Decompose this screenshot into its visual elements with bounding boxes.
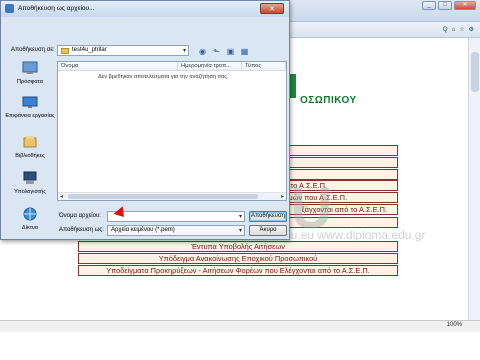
taskbar-area <box>0 332 480 360</box>
back-icon[interactable]: ◉ <box>197 46 208 57</box>
network-icon <box>23 207 37 221</box>
up-folder-icon[interactable]: ⬑ <box>211 46 222 57</box>
libraries-icon <box>23 136 37 148</box>
column-header-date[interactable]: Ημερομηνία τροπ... <box>178 62 242 71</box>
filetype-value: Αρχεία κειμένου (*.pem) <box>111 227 175 233</box>
place-label: Επιφάνεια εργασίας <box>5 113 55 119</box>
place-desktop[interactable]: Επιφάνεια εργασίας <box>5 95 55 119</box>
folder-icon <box>61 48 69 54</box>
search-icon[interactable]: Q <box>443 27 448 33</box>
filetype-label: Αποθήκευση ως: <box>59 227 104 233</box>
place-libraries[interactable]: Βιβλιοθήκες <box>5 135 55 159</box>
page-scrollbar[interactable] <box>468 38 480 320</box>
page-logo-band <box>290 74 296 98</box>
dialog-title-bar: Αποθήκευση ως αρχείου... ✕ <box>1 1 289 17</box>
cancel-button[interactable]: Άκυρο <box>249 225 287 236</box>
save-icon <box>5 4 14 13</box>
chevron-down-icon: ▾ <box>238 214 242 220</box>
column-header-name[interactable]: Όνομα <box>58 62 178 71</box>
save-as-dialog: Αποθήκευση ως αρχείου... ✕ Αποθήκευση σε… <box>0 0 290 240</box>
maximize-button[interactable]: □ <box>438 1 452 10</box>
new-folder-icon[interactable]: ▣ <box>225 46 236 57</box>
place-label: Δίκτυο <box>21 225 39 231</box>
empty-results-message: Δεν βρέθηκαν αποτελέσματα για την αναζήτ… <box>98 74 229 80</box>
star-icon[interactable]: ☆ <box>459 26 464 33</box>
column-header-type[interactable]: Τύπος <box>242 62 286 71</box>
place-label: Βιβλιοθήκες <box>15 153 45 159</box>
file-list-hscrollbar[interactable]: ◂ ▸ <box>58 192 286 200</box>
view-menu-icon[interactable]: ▦ <box>239 46 250 57</box>
scroll-thumb[interactable] <box>471 52 479 92</box>
table-row[interactable]: Έντυπα Υποβολής Αιτήσεων <box>78 241 398 252</box>
place-label: Υπολογιστής <box>14 189 46 195</box>
gear-icon[interactable]: ⚙ <box>469 26 474 33</box>
page-heading: ΟΣΩΠΙΚΟΥ <box>300 95 357 106</box>
place-computer[interactable]: Υπολογιστής <box>5 171 55 195</box>
table-row[interactable]: Υπόδειγμα Ανακοίνωσης Εποχικού Προσωπικο… <box>78 253 398 264</box>
chevron-down-icon: ▾ <box>238 228 242 234</box>
table-row[interactable]: Υποδείγματα Προκηρύξεων - Αιτήσεων Φορέω… <box>78 265 398 276</box>
scroll-left-icon[interactable]: ◂ <box>60 193 63 200</box>
recent-icon <box>22 61 38 74</box>
place-network[interactable]: Δίκτυο <box>5 207 55 231</box>
computer-icon <box>23 171 37 184</box>
save-in-dropdown[interactable]: test4u_ptrilar ▾ <box>57 45 189 56</box>
scroll-thumb[interactable] <box>68 194 258 199</box>
zoom-level[interactable]: 100% <box>447 322 462 328</box>
status-bar: 100% <box>0 320 480 332</box>
close-window-button[interactable]: ✕ <box>454 1 476 10</box>
home-icon[interactable]: ⌂ <box>452 27 456 33</box>
scroll-right-icon[interactable]: ▸ <box>281 193 284 200</box>
window-controls: _ □ ✕ <box>422 1 476 10</box>
dialog-close-button[interactable]: ✕ <box>260 3 284 14</box>
file-list[interactable]: Όνομα Ημερομηνία τροπ... Τύπος Δεν βρέθη… <box>57 61 287 201</box>
save-in-value: test4u_ptrilar <box>72 47 107 53</box>
dialog-title: Αποθήκευση ως αρχείου... <box>18 5 95 12</box>
chevron-down-icon: ▾ <box>182 48 186 54</box>
filename-label: Όνομα αρχείου: <box>59 213 101 219</box>
save-button[interactable]: Αποθήκευση <box>249 211 287 222</box>
minimize-button[interactable]: _ <box>422 1 436 10</box>
places-bar: Πρόσφατα Επιφάνεια εργασίας Βιβλιοθήκες … <box>5 61 55 236</box>
save-in-label: Αποθήκευση σε: <box>11 47 55 53</box>
browser-toolbar: Q ⌂ ☆ ⚙ <box>290 22 480 38</box>
filetype-dropdown[interactable]: Αρχεία κειμένου (*.pem) ▾ <box>107 225 245 236</box>
place-label: Πρόσφατα <box>16 79 43 85</box>
desktop-icon <box>22 96 38 108</box>
place-recent[interactable]: Πρόσφατα <box>5 61 55 85</box>
